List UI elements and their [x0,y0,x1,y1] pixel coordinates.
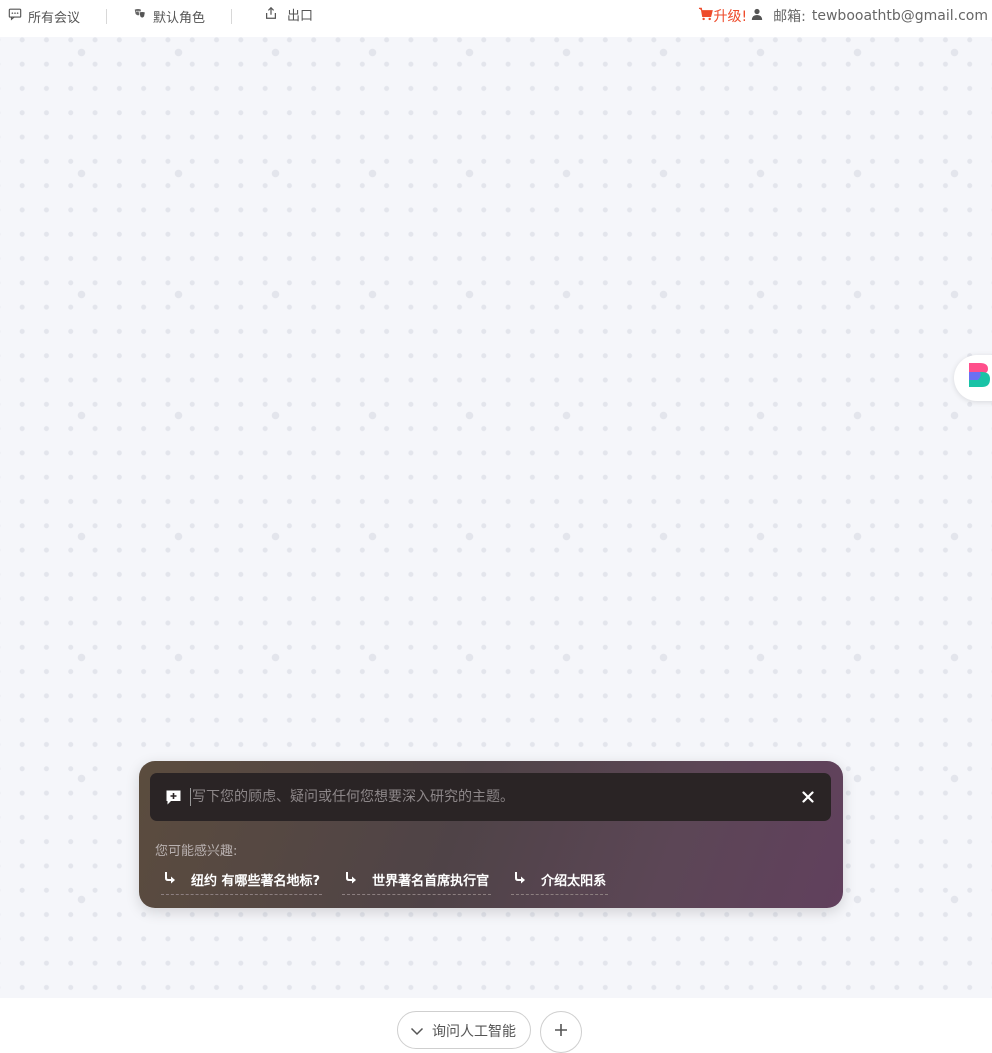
share-upload-icon [264,6,278,24]
account-area: 升级! 邮箱: tewbooathtb@gmail.com [698,0,988,32]
prompt-input[interactable] [190,788,797,806]
close-button[interactable] [797,786,819,808]
ai-prompt-panel: 您可能感兴趣: 纽约 有哪些著名地标? 世界著名首席执行官 介绍太阳系 [139,761,843,908]
chevron-down-icon [410,1021,424,1042]
bottom-bar: 询问人工智能 [0,998,992,1053]
default-role-button[interactable]: 默认角色 [133,7,205,26]
add-button[interactable] [540,1011,582,1053]
suggestion-chip[interactable]: 世界著名首席执行官 [342,868,492,895]
suggestion-list: 纽约 有哪些著名地标? 世界著名首席执行官 介绍太阳系 [161,868,609,895]
upgrade-button[interactable]: 升级! [698,6,748,26]
all-meetings-label: 所有会议 [28,10,81,26]
suggestion-chip[interactable]: 纽约 有哪些著名地标? [161,868,323,895]
user-info: 邮箱: tewbooathtb@gmail.com [751,6,988,26]
suggestions-title: 您可能感兴趣: [155,844,238,859]
suggestion-chip[interactable]: 介绍太阳系 [511,868,609,895]
arrow-turn-icon [344,871,358,889]
brand-logo-icon [966,361,992,395]
user-icon [751,8,763,24]
email-value: tewbooathtb@gmail.com [811,8,988,24]
top-nav: 所有会议 默认角色 出口 [0,0,313,32]
cart-icon [698,7,713,25]
brand-side-tab[interactable] [954,355,992,401]
ask-ai-button[interactable]: 询问人工智能 [397,1011,531,1049]
arrow-turn-icon [163,871,177,889]
close-icon [802,788,814,807]
upgrade-label: 升级! [713,9,748,25]
divider [106,8,108,24]
suggestion-label: 纽约 有哪些著名地标? [191,874,321,889]
prompt-box [150,773,831,821]
chat-bubble-icon [8,7,22,25]
export-label: 出口 [287,9,314,24]
default-role-label: 默认角色 [153,10,206,26]
chat-plus-icon [165,789,182,806]
arrow-turn-icon [513,871,527,889]
plus-icon [554,1020,568,1052]
suggestion-label: 介绍太阳系 [541,874,607,889]
ask-ai-label: 询问人工智能 [432,1024,516,1040]
theater-masks-icon [133,7,147,25]
all-meetings-button[interactable]: 所有会议 [8,7,80,26]
email-label: 邮箱: [773,9,806,25]
divider [231,8,233,24]
suggestion-label: 世界著名首席执行官 [372,874,490,889]
export-button[interactable]: 出口 [264,5,313,24]
top-bar: 所有会议 默认角色 出口 升级! 邮箱: tewbooathtb@gmail.c… [0,0,992,37]
